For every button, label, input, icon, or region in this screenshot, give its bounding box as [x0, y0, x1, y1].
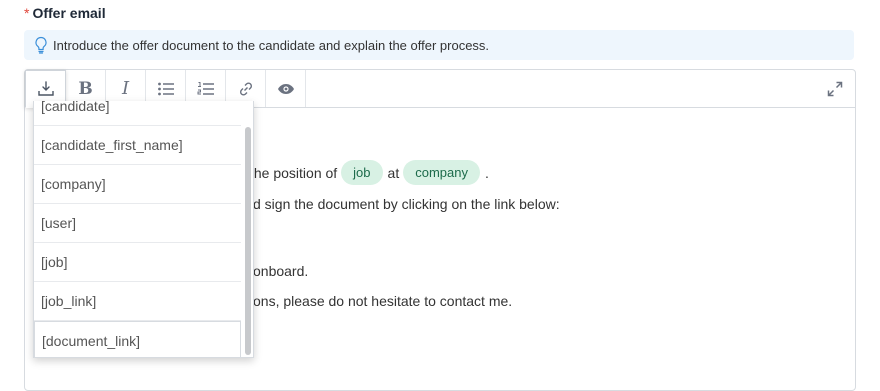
placeholder-option-candidate-first-name[interactable]: [candidate_first_name] — [34, 126, 241, 165]
bold-icon: B — [78, 78, 93, 99]
italic-icon: I — [121, 78, 130, 99]
hint-text: Introduce the offer document to the cand… — [53, 37, 490, 53]
placeholder-list: [candidate] [candidate_first_name] [comp… — [34, 101, 241, 357]
placeholder-option-job[interactable]: [job] — [34, 243, 241, 282]
content-line: onboard. — [253, 263, 309, 279]
placeholder-chip-company[interactable]: company — [403, 160, 480, 185]
content-line: the position of job at company . — [250, 160, 489, 185]
link-icon — [239, 81, 252, 96]
hint-banner: Introduce the offer document to the cand… — [24, 30, 854, 60]
content-text: the position of — [250, 164, 338, 181]
field-label: * Offer email — [24, 5, 106, 21]
insert-icon — [37, 81, 54, 96]
placeholder-option-document-link[interactable]: [document_link] — [34, 321, 241, 357]
placeholder-option-user[interactable]: [user] — [34, 204, 241, 243]
content-line: d sign the document by clicking on the l… — [253, 196, 560, 212]
placeholder-dropdown[interactable]: [candidate] [candidate_first_name] [comp… — [33, 101, 254, 358]
placeholder-option-company[interactable]: [company] — [34, 165, 241, 204]
expand-button[interactable] — [815, 70, 855, 107]
placeholder-option-candidate[interactable]: [candidate] — [34, 101, 241, 126]
bullet-list-icon — [157, 82, 174, 95]
eye-icon — [277, 83, 294, 94]
dropdown-scrollbar[interactable] — [245, 127, 251, 355]
expand-icon — [827, 81, 843, 96]
lightbulb-icon — [35, 36, 47, 54]
numbered-list-icon — [197, 81, 214, 95]
preview-button[interactable] — [266, 70, 306, 107]
placeholder-chip-job[interactable]: job — [341, 160, 383, 185]
placeholder-option-job-link[interactable]: [job_link] — [34, 282, 241, 321]
field-label-text: Offer email — [32, 5, 106, 21]
content-line: ons, please do not hesitate to contact m… — [253, 293, 513, 309]
content-text: at — [387, 164, 400, 181]
content-text: . — [484, 164, 489, 181]
required-marker: * — [24, 5, 30, 21]
